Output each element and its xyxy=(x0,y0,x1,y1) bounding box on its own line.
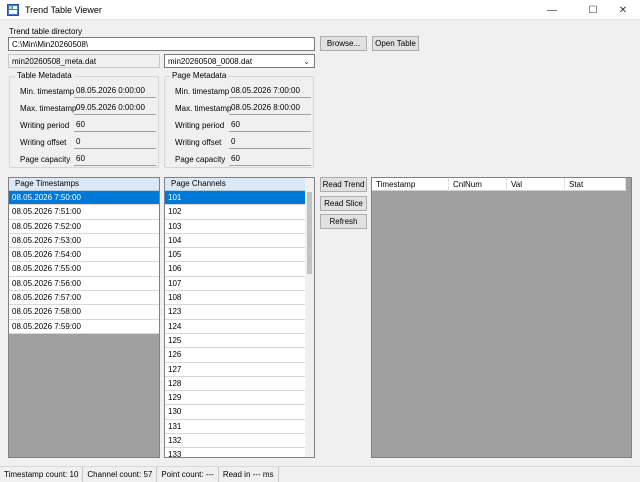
table-meta-label: Writing offset xyxy=(20,138,67,147)
page-meta-row: Max. timestamp 08.05.2026 8:00:00 xyxy=(175,101,311,118)
table-meta-row: Max. timestamp 09.05.2026 0:00:00 xyxy=(20,101,156,118)
table-meta-label: Min. timestamp xyxy=(20,87,75,96)
table-meta-row: Min. timestamp 08.05.2026 0:00:00 xyxy=(20,84,156,101)
page-meta-row: Writing period 60 xyxy=(175,118,311,135)
read-trend-button[interactable]: Read Trend xyxy=(320,177,367,192)
page-meta-value: 60 xyxy=(229,118,311,132)
page-meta-value: 0 xyxy=(229,135,311,149)
list-item[interactable]: 08.05.2026 7:50:00 xyxy=(9,191,159,206)
list-item[interactable]: 08.05.2026 7:56:00 xyxy=(9,276,159,292)
page-meta-label: Writing period xyxy=(175,121,225,130)
grid-column-header[interactable]: Timestamp xyxy=(372,178,449,191)
list-item[interactable]: 104 xyxy=(165,233,305,249)
window-title: Trend Table Viewer xyxy=(25,5,102,15)
grid-column-header[interactable]: Stat xyxy=(565,178,626,191)
list-item[interactable]: 127 xyxy=(165,362,305,377)
page-channels-header: Page Channels xyxy=(165,178,305,191)
page-channels-items: Page Channels 101 102 103 104 105 106 10… xyxy=(165,178,305,457)
list-item[interactable]: 128 xyxy=(165,376,305,392)
table-meta-value: 60 xyxy=(74,118,156,132)
list-item[interactable]: 123 xyxy=(165,305,305,320)
open-table-button[interactable]: Open Table xyxy=(372,36,419,51)
app-icon xyxy=(7,4,19,16)
page-meta-value: 60 xyxy=(229,152,311,166)
list-item[interactable]: 102 xyxy=(165,205,305,220)
list-item[interactable]: 129 xyxy=(165,391,305,406)
page-meta-row: Page capacity 60 xyxy=(175,152,311,169)
list-item[interactable]: 125 xyxy=(165,333,305,349)
page-meta-label: Min. timestamp xyxy=(175,87,230,96)
channels-scrollbar-thumb[interactable] xyxy=(307,192,312,274)
list-item[interactable]: 08.05.2026 7:51:00 xyxy=(9,205,159,220)
channels-scrollbar[interactable] xyxy=(305,178,314,457)
page-meta-label: Writing offset xyxy=(175,138,222,147)
timestamp-count-status: Timestamp count: 10 xyxy=(0,467,84,482)
page-meta-row: Min. timestamp 08.05.2026 7:00:00 xyxy=(175,84,311,101)
list-item[interactable]: 130 xyxy=(165,405,305,420)
list-item[interactable]: 124 xyxy=(165,319,305,334)
list-item[interactable]: 107 xyxy=(165,276,305,292)
page-metadata-title: Page Metadata xyxy=(170,71,229,80)
refresh-button[interactable]: Refresh xyxy=(320,214,367,229)
table-meta-row: Writing offset 0 xyxy=(20,135,156,152)
table-meta-label: Page capacity xyxy=(20,155,71,164)
meta-file-field: min20260508_meta.dat xyxy=(8,54,160,68)
list-item[interactable]: 08.05.2026 7:54:00 xyxy=(9,248,159,263)
list-item[interactable]: 105 xyxy=(165,248,305,263)
browse-button[interactable]: Browse... xyxy=(320,36,367,51)
table-meta-row: Page capacity 60 xyxy=(20,152,156,169)
page-meta-label: Max. timestamp xyxy=(175,104,232,113)
table-metadata-group: Table Metadata Min. timestamp 08.05.2026… xyxy=(9,71,159,169)
list-item[interactable]: 101 xyxy=(165,191,305,206)
read-slice-button[interactable]: Read Slice xyxy=(320,196,367,211)
directory-label: Trend table directory xyxy=(9,27,83,36)
channel-count-status: Channel count: 57 xyxy=(83,467,158,482)
status-bar: Timestamp count: 10 Channel count: 57 Po… xyxy=(0,466,640,482)
table-meta-value: 08.05.2026 0:00:00 xyxy=(74,84,156,98)
title-bar: Trend Table Viewer — ☐ ✕ xyxy=(0,0,640,20)
grid-column-header[interactable]: Val xyxy=(507,178,565,191)
list-item[interactable]: 08.05.2026 7:55:00 xyxy=(9,262,159,277)
minimize-icon[interactable]: — xyxy=(535,0,569,20)
list-item[interactable]: 126 xyxy=(165,348,305,363)
list-item[interactable]: 103 xyxy=(165,219,305,234)
table-meta-value: 0 xyxy=(74,135,156,149)
list-item[interactable]: 08.05.2026 7:57:00 xyxy=(9,291,159,306)
list-item[interactable]: 08.05.2026 7:53:00 xyxy=(9,233,159,249)
close-icon[interactable]: ✕ xyxy=(606,0,640,20)
list-item[interactable]: 08.05.2026 7:59:00 xyxy=(9,319,159,334)
page-timestamps-header: Page Timestamps xyxy=(9,178,159,191)
list-item[interactable]: 131 xyxy=(165,419,305,435)
page-channels-list[interactable]: Page Channels 101 102 103 104 105 106 10… xyxy=(164,177,315,458)
page-meta-value: 08.05.2026 8:00:00 xyxy=(229,101,311,115)
data-file-select[interactable]: min20260508_0008.dat ⌄ xyxy=(164,54,315,68)
maximize-icon[interactable]: ☐ xyxy=(576,0,610,20)
list-item[interactable]: 08.05.2026 7:52:00 xyxy=(9,219,159,234)
list-item[interactable]: 132 xyxy=(165,434,305,449)
chevron-down-icon: ⌄ xyxy=(303,57,310,66)
data-file-selected: min20260508_0008.dat xyxy=(168,57,253,66)
grid-header: Timestamp CnlNum Val Stat xyxy=(372,178,626,191)
page-meta-label: Page capacity xyxy=(175,155,226,164)
data-grid[interactable]: Timestamp CnlNum Val Stat xyxy=(371,177,632,458)
page-timestamps-list[interactable]: Page Timestamps 08.05.2026 7:50:00 08.05… xyxy=(8,177,160,458)
directory-input[interactable]: C:\Min\Min20260508\ xyxy=(8,37,315,51)
table-meta-row: Writing period 60 xyxy=(20,118,156,135)
page-metadata-group: Page Metadata Min. timestamp 08.05.2026 … xyxy=(164,71,314,169)
grid-column-header[interactable]: CnlNum xyxy=(449,178,507,191)
list-item[interactable]: 106 xyxy=(165,262,305,277)
table-meta-value: 09.05.2026 0:00:00 xyxy=(74,101,156,115)
table-metadata-title: Table Metadata xyxy=(15,71,74,80)
point-count-status: Point count: --- xyxy=(157,467,219,482)
table-meta-label: Max. timestamp xyxy=(20,104,77,113)
list-item[interactable]: 108 xyxy=(165,291,305,306)
list-item[interactable]: 08.05.2026 7:58:00 xyxy=(9,305,159,320)
read-time-status: Read in --- ms xyxy=(219,467,279,482)
table-meta-label: Writing period xyxy=(20,121,70,130)
list-item[interactable]: 133 xyxy=(165,448,305,457)
table-meta-value: 60 xyxy=(74,152,156,166)
page-meta-row: Writing offset 0 xyxy=(175,135,311,152)
page-meta-value: 08.05.2026 7:00:00 xyxy=(229,84,311,98)
